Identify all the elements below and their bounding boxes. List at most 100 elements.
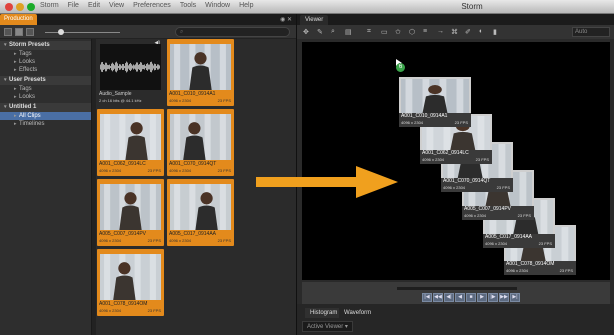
tree-item[interactable]: ▸ Tags xyxy=(0,50,91,58)
tree-item-label: Timelines xyxy=(19,121,45,127)
viewer-clip-fps: 23 FPS xyxy=(538,241,552,246)
pencil-tool-icon[interactable]: ✎ xyxy=(317,28,323,36)
transport-button[interactable]: ▶ xyxy=(477,293,487,302)
tree-item[interactable]: ▸ Tags xyxy=(0,85,91,93)
clip-preview-image xyxy=(100,114,161,160)
transport-button[interactable]: ◀| xyxy=(444,293,454,302)
viewer-clip-fps: 23 FPS xyxy=(559,268,573,273)
clip-name: A005_C017_0914AA xyxy=(169,231,216,237)
viewer-canvas[interactable]: A001_C078_0914OM 4096 x 2304 23 FPS A005_C0… xyxy=(302,42,610,280)
clip-preview-image xyxy=(100,254,161,300)
clip-preview-image xyxy=(170,44,231,90)
viewer-panel: Viewer ✥ ✎ ⌕ ▤ ⌗ ▭ ✩ ⬡ ≡ → ⌘ ✐ ◐ ▮ Auto … xyxy=(296,14,614,335)
clip-thumbnail[interactable]: A001_C010_0914A1 4096 x 2304 23 FPS xyxy=(167,39,234,106)
tree-item-label: User Presets xyxy=(9,77,46,83)
tree-item-label: Looks xyxy=(19,94,36,100)
zoom-tool-icon[interactable]: ⌕ xyxy=(331,28,335,36)
grid-view-icon[interactable] xyxy=(15,28,23,36)
slider-knob[interactable] xyxy=(58,29,64,35)
production-panel: Production ◉ ✕ ⌕ ▾ Storm Presets ▸ Tags ▸ Loo… xyxy=(0,14,296,335)
clip-meta: 4096 x 2304 xyxy=(169,238,192,243)
transport-button[interactable]: ▶▶ xyxy=(499,293,509,302)
clip-thumbnail[interactable]: A005_C017_0914AA 4096 x 2304 23 FPS xyxy=(167,179,234,246)
brush-tool-icon[interactable]: ✐ xyxy=(465,28,471,36)
scrubber-track[interactable] xyxy=(397,287,517,290)
tree-item-label: Storm Presets xyxy=(9,42,50,48)
viewer-clip-fps: 23 FPS xyxy=(496,185,510,190)
tree-scrollbar[interactable] xyxy=(92,39,96,335)
viewer-clip-card: A001_C010_0914A1 4096 x 2304 23 FPS xyxy=(399,77,471,127)
tree-item-label: Tags xyxy=(19,51,32,57)
tree-item-label: Untitled 1 xyxy=(9,104,37,110)
transport-button[interactable]: |◀ xyxy=(422,293,432,302)
select-tool-icon[interactable]: ✥ xyxy=(303,28,309,36)
search-icon: ⌕ xyxy=(180,29,184,35)
clip-name: A001_C070_0914QT xyxy=(169,161,217,167)
timeline-bar: |◀ ◀◀ ◀| ◀ ■ ▶ |▶ ▶▶ ▶| xyxy=(302,282,610,304)
clip-name: A001_C078_0914OM xyxy=(99,301,148,307)
clip-fps: 23 FPS xyxy=(217,238,231,243)
viewer-clip-meta: 4096 x 2304 xyxy=(401,120,424,125)
list-view-icon[interactable] xyxy=(4,28,12,36)
search-input[interactable]: ⌕ xyxy=(175,27,290,37)
shape-tool-icon[interactable]: ⬡ xyxy=(409,28,415,36)
clip-fps: 23 FPS xyxy=(217,98,231,103)
compare-tool-icon[interactable]: ▤ xyxy=(345,28,352,36)
clip-name: A005_C007_0914PV xyxy=(99,231,146,237)
active-viewer-select[interactable]: Active Viewer ▾ xyxy=(302,321,353,332)
clip-thumbnail[interactable]: A001_C062_0914LC 4096 x 2304 23 FPS xyxy=(97,109,164,176)
tree-item[interactable]: ▸ Looks xyxy=(0,58,91,66)
tree-section-header[interactable]: ▾ User Presets xyxy=(0,76,91,85)
tree-section-header[interactable]: ▾ Untitled 1 xyxy=(0,103,91,112)
arrow-tool-icon[interactable]: → xyxy=(437,28,444,35)
thumbnail-size-slider[interactable] xyxy=(45,32,120,33)
zoom-select[interactable]: Auto xyxy=(572,27,610,37)
crop-tool-icon[interactable]: ⌗ xyxy=(367,28,371,36)
lines-tool-icon[interactable]: ≡ xyxy=(423,28,427,35)
transport-button[interactable]: ◀ xyxy=(455,293,465,302)
audio-clip[interactable]: ◀) Audio_Sample 2 ch 16 bits @ 44.1 kHz xyxy=(97,39,164,106)
browser-toolbar: ⌕ xyxy=(0,25,296,39)
viewer-clip-name: A001_C062_0914LC xyxy=(422,150,469,156)
transport-button[interactable]: ◀◀ xyxy=(433,293,443,302)
transport-button[interactable]: ▶| xyxy=(510,293,520,302)
panel-controls-icon[interactable]: ◉ ✕ xyxy=(280,16,292,23)
viewer-clip-fps: 23 FPS xyxy=(475,157,489,162)
viewer-clip-name: A001_C070_0914QT xyxy=(443,178,491,184)
transport-button[interactable]: ■ xyxy=(466,293,476,302)
clip-name: Audio_Sample xyxy=(99,91,132,97)
tree-item[interactable]: ▸ Looks xyxy=(0,93,91,101)
clip-meta: 4096 x 2304 xyxy=(169,168,192,173)
color-tool-icon[interactable]: ▮ xyxy=(493,28,497,36)
tree-item-label: Effects xyxy=(19,67,38,73)
clip-thumbnail[interactable]: A005_C007_0914PV 4096 x 2304 23 FPS xyxy=(97,179,164,246)
title-bar: Storm File Edit View Preferences Tools Window H… xyxy=(0,0,614,14)
viewer-clip-name: A005_C017_0914AA xyxy=(485,234,532,240)
viewer-clip-name: A001_C078_0914OM xyxy=(506,261,555,267)
clip-fps: 23 FPS xyxy=(147,168,161,173)
clip-fps: 23 FPS xyxy=(147,308,161,313)
star-tool-icon[interactable]: ✩ xyxy=(395,28,401,36)
tree-item-label: Looks xyxy=(19,59,36,65)
transport-button[interactable]: |▶ xyxy=(488,293,498,302)
tree-item-label: Tags xyxy=(19,86,32,92)
clip-thumbnail[interactable]: A001_C078_0914OM 4096 x 2304 23 FPS xyxy=(97,249,164,316)
tab-viewer[interactable]: Viewer xyxy=(300,15,329,25)
frame-tool-icon[interactable]: ▭ xyxy=(381,28,388,36)
tab-production[interactable]: Production xyxy=(0,14,37,25)
viewer-clip-meta: 4096 x 2304 xyxy=(485,241,508,246)
clip-thumbnail[interactable]: A001_C070_0914QT 4096 x 2304 23 FPS xyxy=(167,109,234,176)
tree-item[interactable]: ▸ All Clips xyxy=(0,112,91,120)
tree-item-label: All Clips xyxy=(19,113,41,119)
clip-meta: 4096 x 2304 xyxy=(99,308,122,313)
tree-item[interactable]: ▸ Timelines xyxy=(0,120,91,128)
tree-item[interactable]: ▸ Effects xyxy=(0,66,91,74)
fill-tool-icon[interactable]: ◐ xyxy=(479,28,483,35)
filmstrip-view-icon[interactable] xyxy=(26,28,34,36)
tab-waveform[interactable]: Waveform xyxy=(339,308,377,318)
tab-histogram[interactable]: Histogram xyxy=(305,308,343,318)
tree-section-header[interactable]: ▾ Storm Presets xyxy=(0,41,91,50)
stamp-tool-icon[interactable]: ⌘ xyxy=(451,28,458,36)
viewer-clip-name: A001_C010_0914A1 xyxy=(401,113,448,119)
clip-meta: 4096 x 2304 xyxy=(169,98,192,103)
